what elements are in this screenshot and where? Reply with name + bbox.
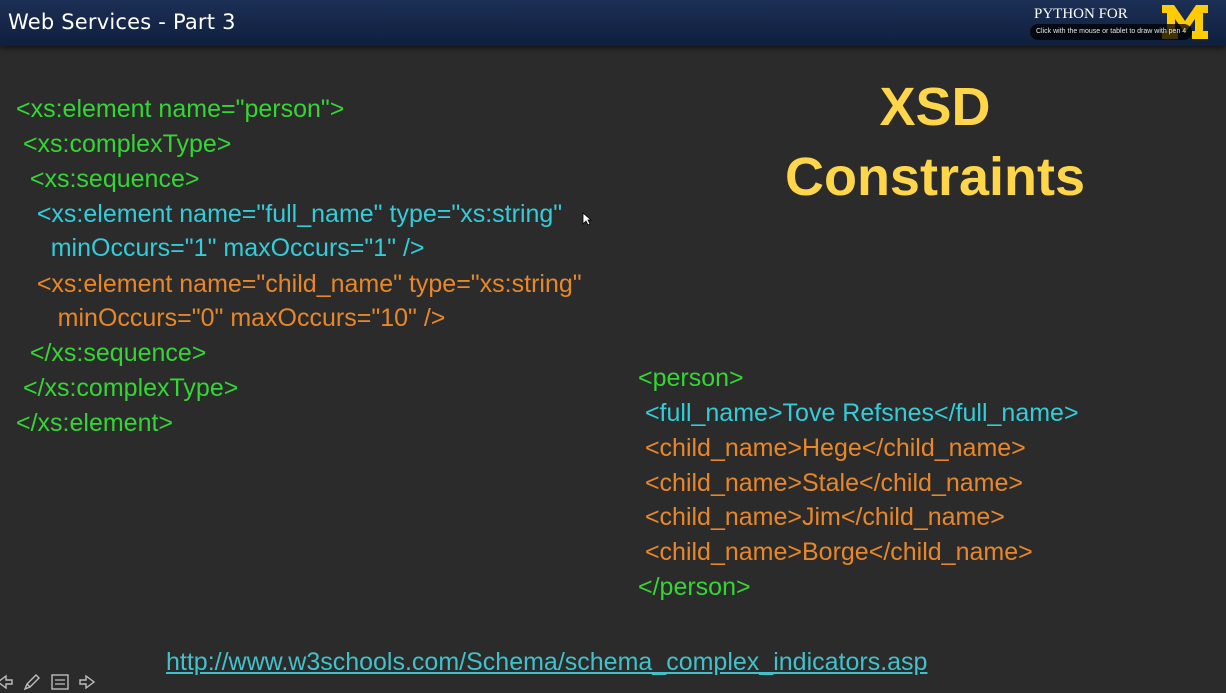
- xml-line-1: <person>: [638, 364, 744, 392]
- presentation-toolbar: [0, 670, 98, 693]
- slide-stage: Web Services - Part 3 PYTHON FOR Click w…: [0, 0, 1226, 693]
- video-title-bar: Web Services - Part 3 PYTHON FOR Click w…: [0, 0, 1226, 46]
- schema-line-5: minOccurs="1" maxOccurs="1" />: [16, 234, 425, 262]
- window-title: Web Services - Part 3: [8, 10, 236, 34]
- schema-line-3: <xs:sequence>: [16, 165, 200, 193]
- slides-icon[interactable]: [50, 672, 70, 692]
- slide-title: XSD Constraints: [740, 72, 1130, 212]
- reference-link[interactable]: http://www.w3schools.com/Schema/schema_c…: [166, 648, 927, 677]
- schema-line-6: <xs:element name="child_name" type="xs:s…: [16, 270, 582, 298]
- xml-line-6: <child_name>Borge</child_name>: [638, 538, 1033, 566]
- schema-line-4: <xs:element name="full_name" type="xs:st…: [16, 200, 563, 228]
- xml-line-3: <child_name>Hege</child_name>: [638, 434, 1026, 462]
- xml-line-2: <full_name>Tove Refsnes</full_name>: [638, 399, 1079, 427]
- mouse-cursor-icon: [582, 212, 592, 226]
- xml-line-7: </person>: [638, 573, 751, 601]
- pen-icon[interactable]: [22, 672, 42, 692]
- slide-title-line-2: Constraints: [784, 147, 1086, 207]
- next-icon[interactable]: [78, 672, 98, 692]
- pen-hint-tooltip: Click with the mouse or tablet to draw w…: [1030, 24, 1193, 40]
- schema-line-9: </xs:complexType>: [16, 374, 239, 402]
- schema-line-8: </xs:sequence>: [16, 339, 207, 367]
- slide-title-line-1: XSD: [879, 77, 991, 137]
- xml-line-5: <child_name>Jim</child_name>: [638, 503, 1005, 531]
- previous-icon[interactable]: [0, 672, 14, 692]
- schema-line-2: <xs:complexType>: [16, 130, 232, 158]
- xml-line-4: <child_name>Stale</child_name>: [638, 469, 1023, 497]
- schema-line-1: <xs:element name="person">: [16, 95, 345, 123]
- logo-text: PYTHON FOR: [1034, 6, 1128, 22]
- schema-line-10: </xs:element>: [16, 409, 174, 437]
- schema-line-7: minOccurs="0" maxOccurs="10" />: [16, 304, 446, 332]
